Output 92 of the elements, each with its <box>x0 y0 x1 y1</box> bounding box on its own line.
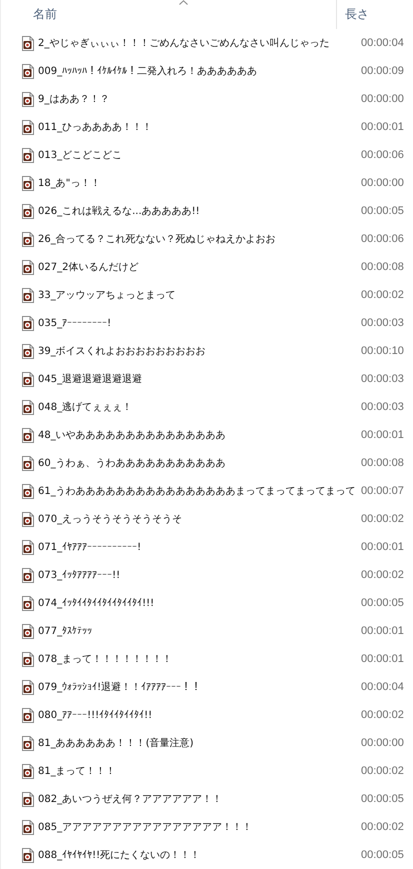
audio-file-icon <box>22 848 34 862</box>
file-name[interactable]: 026_これは戦えるな...あああああ!! <box>38 204 361 218</box>
file-name[interactable]: 39_ボイスくれよおおおおおおおおお <box>38 344 361 358</box>
audio-file-icon <box>22 64 34 78</box>
audio-file-icon <box>22 344 34 358</box>
file-length: 00:00:00 <box>361 737 405 749</box>
file-name[interactable]: 073_ｲｯﾀｱｱｱｱｰｰｰ!! <box>38 569 361 581</box>
audio-file-icon <box>22 92 34 106</box>
file-length: 00:00:06 <box>361 149 405 161</box>
file-length: 00:00:09 <box>361 65 405 77</box>
file-name[interactable]: 085_アアアアアアアアアアアアアアアア！！！ <box>38 820 361 834</box>
file-length: 00:00:02 <box>361 765 405 777</box>
audio-file-icon <box>22 316 34 330</box>
audio-file-icon <box>22 120 34 134</box>
audio-file-icon <box>22 764 34 778</box>
audio-file-icon <box>22 792 34 806</box>
file-length: 00:00:02 <box>361 569 405 581</box>
audio-file-icon <box>22 372 34 386</box>
audio-file-icon <box>22 652 34 666</box>
file-length: 00:00:00 <box>361 93 405 105</box>
file-length: 00:00:07 <box>361 485 405 497</box>
file-name[interactable]: 070_えっうそうそうそうそうそ <box>38 512 361 526</box>
file-name[interactable]: 81_ああああああ！！！(音量注意) <box>38 736 361 750</box>
file-length: 00:00:05 <box>361 597 405 609</box>
file-length: 00:00:10 <box>361 345 405 357</box>
audio-file-icon <box>22 400 34 414</box>
file-name[interactable]: 26_合ってる？これ死なない？死ぬじゃねえかよおお <box>38 232 361 246</box>
file-length: 00:00:05 <box>361 793 405 805</box>
file-name[interactable]: 045_退避退避退避退避 <box>38 372 361 386</box>
audio-file-icon <box>22 148 34 162</box>
file-length: 00:00:04 <box>361 37 405 49</box>
file-name[interactable]: 078_まって！！！！！！！！ <box>38 652 361 666</box>
file-name[interactable]: 9_はああ？！？ <box>38 92 361 106</box>
audio-file-icon <box>22 456 34 470</box>
audio-file-icon <box>22 708 34 722</box>
file-name[interactable]: 082_あいつうぜえ何？アアアアアア！！ <box>38 792 361 806</box>
file-name[interactable]: 048_逃げてぇぇぇ！ <box>38 400 361 414</box>
file-length: 00:00:05 <box>361 205 405 217</box>
file-name[interactable]: 074_ｲｯﾀｲｲﾀｲｲﾀｲｲﾀｲｲﾀｲ!!! <box>38 597 361 609</box>
audio-file-icon <box>22 820 34 834</box>
file-name[interactable]: 33_アッウッアちょっとまって <box>38 288 361 302</box>
file-name[interactable]: 009_ﾊｯﾊｯﾊ！ｲｹﾙｲｹﾙ！二発入れろ！ああああああ <box>38 64 361 78</box>
file-length: 00:00:02 <box>361 821 405 833</box>
file-length: 00:00:06 <box>361 233 405 245</box>
file-length: 00:00:01 <box>361 429 405 441</box>
audio-file-icon <box>22 260 34 274</box>
file-name[interactable]: 2_やじゃぎぃぃぃ！！！ごめんなさいごめんなさい叫んじゃった <box>38 36 361 50</box>
audio-file-icon <box>22 596 34 610</box>
file-name[interactable]: 077_ﾀｽｹﾃｯｯ <box>38 625 361 637</box>
file-name[interactable]: 60_うわぁ、うわあああああああああああ <box>38 456 361 470</box>
file-name[interactable]: 81_まって！！！ <box>38 764 361 778</box>
file-name[interactable]: 011_ひっああああ！！！ <box>38 120 361 134</box>
file-length: 00:00:01 <box>361 121 405 133</box>
audio-file-icon <box>22 568 34 582</box>
file-length: 00:00:03 <box>361 373 405 385</box>
audio-file-icon <box>22 624 34 638</box>
file-length: 00:00:08 <box>361 457 405 469</box>
file-length: 00:00:02 <box>361 513 405 525</box>
file-name[interactable]: 079_ｳｫﾗｯｼｮｲ!退避！！ｲｱｱｱｱｰｰｰ！！ <box>38 680 361 694</box>
file-length: 00:00:01 <box>361 625 405 637</box>
file-name[interactable]: 071_ｲﾔｱｱｱｰｰｰｰｰｰｰｰｰｰ! <box>38 541 361 553</box>
file-name[interactable]: 035_ｱｰｰｰｰｰｰｰｰ! <box>38 317 361 329</box>
audio-file-icon <box>22 680 34 694</box>
file-length: 00:00:01 <box>361 541 405 553</box>
file-name[interactable]: 027_2体いるんだけど <box>38 260 361 274</box>
audio-file-icon <box>22 540 34 554</box>
file-length: 00:00:08 <box>361 261 405 273</box>
audio-file-icon <box>22 736 34 750</box>
file-length: 00:00:02 <box>361 709 405 721</box>
audio-file-icon <box>22 176 34 190</box>
file-length: 00:00:05 <box>361 849 405 861</box>
audio-file-icon <box>22 288 34 302</box>
file-length: 00:00:00 <box>361 177 405 189</box>
file-length: 00:00:02 <box>361 289 405 301</box>
audio-file-icon <box>22 232 34 246</box>
file-length: 00:00:01 <box>361 653 405 665</box>
column-header[interactable]: 名前 <box>33 6 57 23</box>
file-name[interactable]: 48_いやあああああああああああああああ <box>38 428 361 442</box>
file-name[interactable]: 080_ｱｱｰｰｰ!!!ｲﾀｲｲﾀｲｲﾀｲ!! <box>38 709 361 721</box>
audio-file-icon <box>22 428 34 442</box>
file-length: 00:00:03 <box>361 401 405 413</box>
file-length: 00:00:03 <box>361 317 405 329</box>
column-header[interactable]: 長さ <box>345 6 369 23</box>
audio-file-icon <box>22 512 34 526</box>
audio-file-icon <box>22 36 34 50</box>
file-name[interactable]: 013_どこどこどこ <box>38 148 361 162</box>
file-name[interactable]: 61_うわああああああああああああああああまってまってまってまって <box>38 484 361 498</box>
file-length: 00:00:04 <box>361 681 405 693</box>
file-name[interactable]: 18_あ"っ！！ <box>38 176 361 190</box>
audio-file-icon <box>22 204 34 218</box>
file-name[interactable]: 088_ｲﾔｲﾔｲﾔ!!死にたくないの！！！ <box>38 848 361 862</box>
audio-file-icon <box>22 484 34 498</box>
